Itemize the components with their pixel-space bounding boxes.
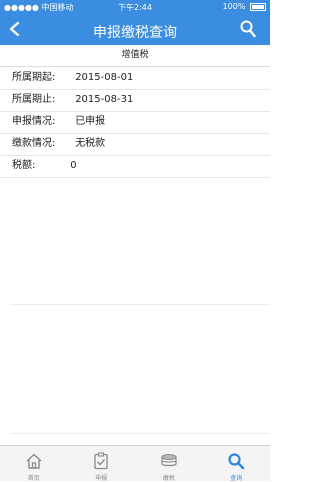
- field-value: 2015-08-01: [75, 72, 134, 83]
- tab-declare[interactable]: 申报: [68, 446, 136, 482]
- tab-label: 查询: [230, 475, 243, 482]
- clipboard-check-icon: [94, 452, 108, 470]
- field-label: 所属期起:: [12, 72, 56, 83]
- field-label: 所属期止:: [12, 94, 56, 105]
- field-value: 0: [70, 160, 77, 171]
- battery-percent: 100%: [222, 2, 246, 11]
- field-label: 税额:: [12, 160, 36, 171]
- tab-bar: 首页 申报 缴税 查询: [0, 445, 271, 482]
- search-icon: [228, 453, 245, 470]
- field-label: 缴款情况:: [12, 138, 56, 149]
- field-row-period-end: 所属期止: 2015-08-31: [12, 90, 133, 110]
- status-bar: ●●●●● 中国移动 下午2:44 100%: [0, 0, 270, 14]
- tab-label: 首页: [27, 475, 40, 482]
- tab-home[interactable]: 首页: [0, 446, 68, 482]
- field-value: 2015-08-31: [75, 94, 134, 105]
- field-row-tax-amount: 税额: 0: [12, 156, 77, 176]
- tab-pay-tax[interactable]: 缴税: [135, 446, 203, 482]
- coin-stack-icon: [161, 454, 177, 467]
- status-right: 100%: [223, 2, 266, 11]
- divider: [10, 433, 270, 434]
- field-row-period-start: 所属期起: 2015-08-01: [12, 68, 133, 88]
- field-label: 申报情况:: [12, 116, 56, 127]
- nav-bar: 申报缴税查询: [0, 14, 270, 45]
- tab-label: 缴税: [162, 475, 175, 482]
- tab-label: 申报: [95, 475, 108, 482]
- divider: [0, 177, 270, 178]
- battery-icon: [250, 2, 266, 11]
- home-icon: [26, 453, 42, 469]
- field-row-declare-status: 申报情况: 已申报: [12, 112, 105, 132]
- tab-query[interactable]: 查询: [203, 446, 271, 482]
- field-row-payment-status: 缴款情况: 无税款: [12, 134, 105, 154]
- field-value: 无税款: [75, 138, 106, 149]
- page-title: 申报缴税查询: [93, 25, 177, 41]
- divider: [10, 304, 270, 305]
- search-icon[interactable]: [240, 20, 256, 38]
- field-value: 已申报: [75, 116, 106, 127]
- section-title: 增值税: [0, 45, 270, 67]
